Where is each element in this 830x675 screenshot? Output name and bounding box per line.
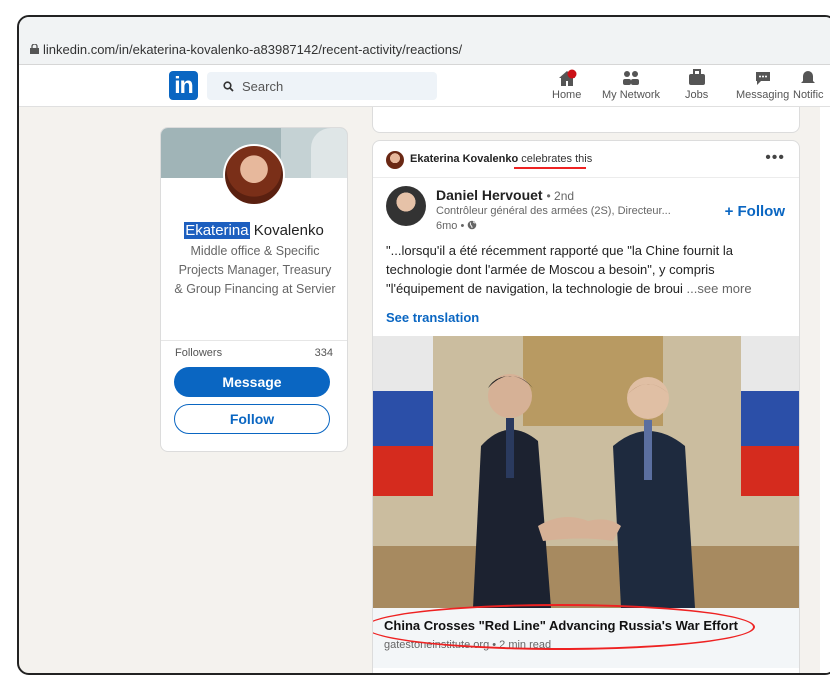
actor-action: celebrates — [521, 153, 573, 165]
nav-my-network-label: My Network — [602, 89, 661, 101]
top-navigation: in Search Home My Network Jobs Messaging… — [19, 65, 830, 107]
messaging-icon — [753, 69, 773, 87]
divider — [373, 177, 799, 178]
author-line[interactable]: Daniel Hervouet • 2nd — [436, 187, 574, 203]
notifications-icon — [798, 69, 818, 87]
follow-author-link[interactable]: + Follow — [725, 203, 785, 220]
followers-count: 334 — [314, 347, 333, 359]
nav-jobs-label: Jobs — [685, 89, 709, 101]
nav-home-label: Home — [552, 89, 582, 101]
author-degree: • 2nd — [546, 189, 575, 203]
network-icon — [621, 69, 641, 87]
profile-last-name: Kovalenko — [253, 222, 324, 239]
see-translation-link[interactable]: See translation — [386, 310, 479, 325]
right-rail — [820, 107, 830, 673]
post-time-text: 6mo • — [436, 220, 465, 232]
post-time: 6mo • — [436, 220, 477, 232]
author-avatar[interactable] — [386, 186, 426, 226]
previous-post-card — [372, 107, 800, 133]
profile-card: Ekaterina Kovalenko Middle office & Spec… — [160, 127, 348, 452]
profile-headline: Middle office & Specific Projects Manage… — [174, 244, 336, 296]
author-headline: Contrôleur général des armées (2S), Dire… — [436, 205, 671, 217]
nav-jobs[interactable]: Jobs — [685, 69, 708, 101]
post-image[interactable] — [373, 336, 799, 608]
jobs-icon — [687, 69, 707, 87]
nav-notifications[interactable]: Notific — [793, 69, 824, 101]
actor-avatar[interactable] — [386, 151, 404, 169]
see-more-link[interactable]: ...see more — [687, 281, 752, 296]
divider — [161, 340, 347, 341]
nav-messaging[interactable]: Messaging — [736, 69, 789, 101]
globe-icon — [468, 220, 477, 230]
follow-button[interactable]: Follow — [174, 404, 330, 434]
search-placeholder: Search — [242, 79, 284, 94]
feed-post: Ekaterina Kovalenko celebrates this ••• … — [372, 140, 800, 673]
browser-window: linkedin.com/in/ekaterina-kovalenko-a839… — [17, 15, 830, 675]
message-button[interactable]: Message — [174, 367, 330, 397]
home-icon — [557, 69, 577, 87]
address-bar[interactable]: linkedin.com/in/ekaterina-kovalenko-a839… — [19, 17, 830, 65]
profile-avatar[interactable] — [223, 144, 285, 206]
nav-messaging-label: Messaging — [736, 89, 790, 101]
annotation-underline — [514, 167, 586, 169]
search-input[interactable]: Search — [207, 72, 437, 100]
profile-name[interactable]: Ekaterina Kovalenko — [161, 222, 347, 239]
article-link-card[interactable]: China Crosses "Red Line" Advancing Russi… — [373, 604, 799, 668]
search-icon — [223, 81, 234, 92]
nav-home[interactable]: Home — [552, 69, 581, 101]
actor-suffix: this — [575, 153, 593, 165]
actor-name[interactable]: Ekaterina Kovalenko — [410, 153, 518, 165]
post-context: Ekaterina Kovalenko celebrates this — [410, 153, 592, 165]
post-body: "...lorsqu'il a été récemment rapporté q… — [386, 241, 791, 298]
more-options-icon[interactable]: ••• — [765, 149, 785, 167]
lock-icon — [30, 44, 39, 54]
nav-my-network[interactable]: My Network — [602, 69, 660, 101]
linkedin-logo[interactable]: in — [169, 71, 198, 100]
author-name: Daniel Hervouet — [436, 187, 543, 203]
post-image-illustration — [373, 336, 799, 608]
post-body-text: "...lorsqu'il a été récemment rapporté q… — [386, 243, 734, 296]
annotation-oval — [373, 604, 755, 650]
url-text[interactable]: linkedin.com/in/ekaterina-kovalenko-a839… — [43, 42, 462, 57]
profile-first-name: Ekaterina — [184, 222, 250, 239]
followers-label: Followers — [175, 347, 223, 359]
nav-notifications-label: Notific — [793, 89, 824, 101]
